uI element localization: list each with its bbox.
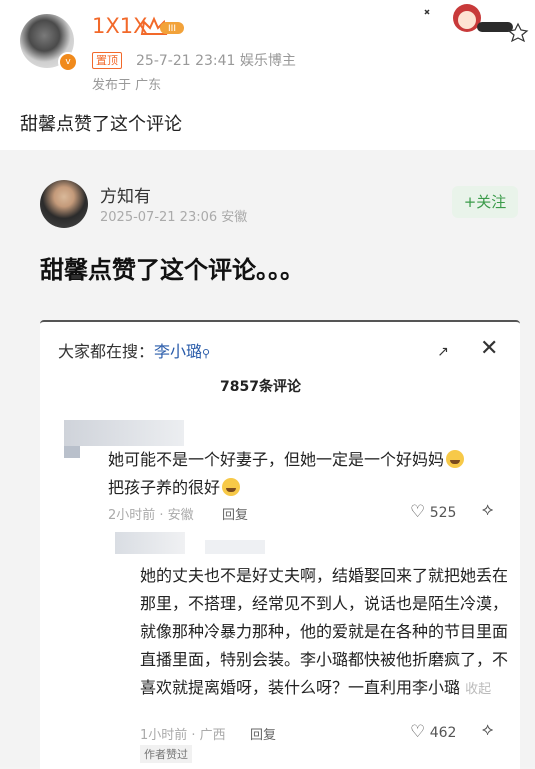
comment-line: 她可能不是一个好妻子，但她一定是一个好妈妈 [108,450,445,469]
card-meta: 2025-07-21 23:06 安徽 [100,210,248,225]
follow-button[interactable]: +关注 [452,186,518,218]
comment-count: 7857条评论 [220,379,301,395]
comment-body: 她的丈夫也不是好丈夫啊，结婚娶回来了就把她丢在那里，不搭理，经常见不到人，说话也… [140,562,510,704]
expand-icon[interactable]: ↗ [432,342,454,362]
like-button[interactable]: ♡ 462 [410,722,456,742]
heart-icon: ♡ [410,722,426,742]
post-role: 娱乐博主 [239,53,296,69]
search-prefix: 大家都在搜： [58,342,155,361]
crying-emoji-icon [222,478,241,496]
blurred-username [205,540,265,554]
reply-button[interactable]: 回复 [250,724,276,743]
comment-text: 她的丈夫也不是好丈夫啊，结婚娶回来了就把她丢在那里，不搭理，经常见不到人，说话也… [140,566,509,697]
card-username[interactable]: 方知有 [100,182,151,207]
like-count: 462 [429,725,457,741]
like-count: 525 [429,505,457,521]
card-text: 甜馨点赞了这个评论。。。 [40,256,304,284]
search-keyword[interactable]: 李小璐 [154,342,202,361]
close-icon[interactable]: ✕ [480,336,498,361]
like-button[interactable]: ♡ 525 [410,502,456,522]
search-icon: ⚲ [202,347,211,360]
comment-line: 把孩子养的很好 [108,478,221,497]
author-liked-badge: 作者赞过 [140,745,192,763]
verified-icon: v [58,52,78,72]
post-meta: 25-7-21 23:41 娱乐博主 [136,50,296,70]
card-avatar[interactable] [40,180,88,228]
crown-level-icon: III [140,16,184,35]
heart-icon: ♡ [410,502,426,522]
blurred-avatar-edge [64,446,80,458]
comment-body: 她可能不是一个好妻子，但她一定是一个好妈妈 把孩子养的很好 [108,446,504,502]
collapse-link[interactable]: 收起 [465,682,491,697]
post-text: 甜馨点赞了这个评论 [20,114,182,135]
post-timestamp: 25-7-21 23:41 [136,53,236,69]
cartoon-sticker-icon [424,4,529,43]
svg-text:III: III [168,24,176,34]
blurred-avatar [115,532,185,554]
comment-meta: 1小时前 · 广西 [140,728,226,743]
dislike-icon[interactable]: ⟡ [482,720,493,740]
pinned-badge: 置顶 [92,52,122,69]
comment-meta: 2小时前 · 安徽 [108,508,194,523]
trending-search[interactable]: 大家都在搜：李小璐⚲ [58,338,210,362]
dislike-icon[interactable]: ⟡ [482,500,493,520]
post-location: 发布于 广东 [92,78,162,93]
reply-button[interactable]: 回复 [222,504,248,523]
blurred-avatar [64,420,184,446]
crying-emoji-icon [446,450,465,468]
